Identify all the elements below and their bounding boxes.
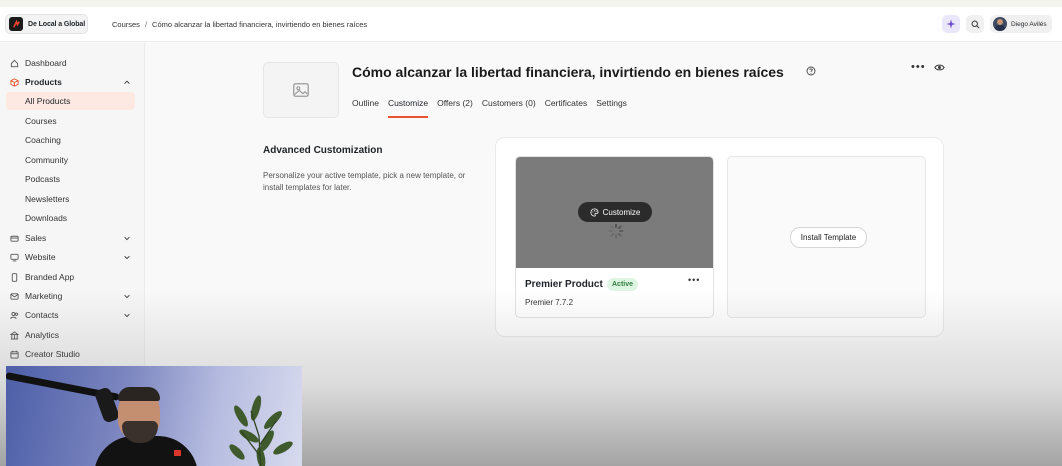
more-options-icon[interactable]: ••• [911, 61, 926, 73]
user-menu[interactable]: Diego Avilés [990, 15, 1052, 33]
chevron-up-icon [124, 80, 130, 84]
image-placeholder-icon [293, 83, 309, 97]
course-thumbnail[interactable] [263, 62, 339, 118]
sidebar-item-newsletters[interactable]: Newsletters [6, 190, 135, 208]
sidebar-item-label: Products [25, 77, 62, 87]
section-description: Personalize your active template, pick a… [263, 171, 466, 192]
mail-icon [10, 292, 19, 301]
sidebar-item-website[interactable]: Website [6, 248, 135, 266]
sidebar-item-label: Creator Studio [25, 349, 80, 359]
search-button[interactable] [966, 15, 984, 33]
sidebar-item-label: Website [25, 252, 56, 262]
sidebar-item-label: Downloads [25, 213, 68, 223]
sidebar-item-products[interactable]: Products [6, 73, 135, 91]
calendar-icon [10, 350, 19, 359]
sidebar-item-label: Sales [25, 233, 47, 243]
browser-top-strip [0, 0, 1062, 7]
chevron-down-icon [124, 255, 130, 260]
ai-assistant-button[interactable] [942, 15, 960, 33]
brand-logo-icon [9, 17, 23, 31]
tab-settings[interactable]: Settings [596, 96, 627, 118]
sidebar-item-label: Community [25, 155, 68, 165]
sidebar-item-label: Analytics [25, 330, 60, 340]
sidebar-item-courses[interactable]: Courses [6, 112, 135, 130]
template-preview: Customize [516, 157, 713, 268]
monitor-icon [10, 253, 19, 262]
users-icon [10, 311, 19, 320]
brand-switcher[interactable]: De Local a Global [5, 14, 88, 34]
top-bar: De Local a Global Courses / Cómo alcanzar … [0, 7, 1062, 42]
sidebar-item-podcasts[interactable]: Podcasts [6, 170, 135, 188]
templates-card: Customize Premier Product Active ••• Pre… [495, 137, 944, 337]
plant [229, 395, 293, 466]
sidebar-item-community[interactable]: Community [6, 151, 135, 169]
tab-certificates[interactable]: Certificates [545, 96, 588, 118]
sidebar-item-downloads[interactable]: Downloads [6, 209, 135, 227]
breadcrumb-parent[interactable]: Courses [112, 20, 140, 29]
chevron-down-icon [124, 294, 130, 299]
building-icon [10, 330, 19, 340]
breadcrumb-current: Cómo alcanzar la libertad financiera, in… [152, 20, 368, 29]
sidebar-item-creator-studio[interactable]: Creator Studio [6, 345, 135, 363]
eye-icon[interactable] [934, 62, 945, 73]
template-version: Premier 7.7.2 [525, 298, 574, 307]
sidebar-item-label: Marketing [25, 291, 63, 301]
install-template-card: Install Template [727, 156, 926, 318]
sidebar-item-label: Coaching [25, 135, 61, 145]
palette-icon [590, 207, 599, 217]
install-template-button[interactable]: Install Template [790, 227, 867, 248]
sidebar-item-analytics[interactable]: Analytics [6, 326, 135, 344]
customize-button[interactable]: Customize [578, 202, 652, 222]
breadcrumb: Courses / Cómo alcanzar la libertad financ… [112, 20, 367, 29]
sidebar-item-marketing[interactable]: Marketing [6, 287, 135, 305]
tab-customize[interactable]: Customize [387, 96, 429, 118]
presenter-hair [118, 387, 160, 401]
sidebar-item-label: Dashboard [25, 58, 67, 68]
user-name: Diego Avilés [1011, 20, 1047, 28]
template-name: Premier Product [525, 279, 603, 290]
chevron-down-icon [124, 236, 130, 241]
brand-name: De Local a Global [28, 20, 86, 28]
help-icon[interactable] [806, 66, 816, 76]
section-title: Advanced Customization [263, 145, 383, 156]
webcam-overlay [6, 366, 302, 466]
customize-button-label: Customize [602, 207, 641, 217]
home-icon [10, 59, 19, 68]
sidebar-item-branded-app[interactable]: Branded App [6, 268, 135, 286]
search-icon [971, 20, 979, 28]
sidebar-item-coaching[interactable]: Coaching [6, 131, 135, 149]
sidebar-item-label: Courses [25, 116, 57, 126]
sidebar-item-contacts[interactable]: Contacts [6, 306, 135, 324]
loading-spinner-icon [608, 223, 624, 239]
tab-offers[interactable]: Offers (2) [437, 96, 473, 118]
chevron-down-icon [124, 313, 130, 318]
page-title: Cómo alcanzar la libertad financiera, in… [352, 64, 784, 80]
avatar [993, 17, 1007, 31]
sidebar-item-label: All Products [25, 96, 71, 106]
course-tabs: Outline Customize Offers (2) Customers (… [352, 96, 636, 118]
sidebar-item-dashboard[interactable]: Dashboard [6, 54, 135, 72]
sidebar-item-label: Contacts [25, 310, 59, 320]
tab-customers[interactable]: Customers (0) [482, 96, 536, 118]
sidebar-item-label: Branded App [25, 272, 75, 282]
microphone [93, 386, 121, 424]
sidebar-item-label: Podcasts [25, 174, 60, 184]
breadcrumb-separator: / [144, 20, 148, 29]
sparkle-icon [946, 19, 956, 29]
sidebar-item-label: Newsletters [25, 194, 70, 204]
box-icon [10, 77, 19, 87]
active-template-card[interactable]: Customize Premier Product Active ••• Pre… [515, 156, 714, 318]
phone-icon [10, 272, 19, 282]
wallet-icon [10, 234, 19, 243]
template-more-icon[interactable]: ••• [688, 275, 700, 285]
tab-outline[interactable]: Outline [352, 96, 379, 118]
sidebar-item-all-products[interactable]: All Products [6, 92, 135, 110]
shirt-logo [174, 450, 181, 456]
sidebar-item-sales[interactable]: Sales [6, 229, 135, 247]
status-badge: Active [607, 278, 639, 291]
